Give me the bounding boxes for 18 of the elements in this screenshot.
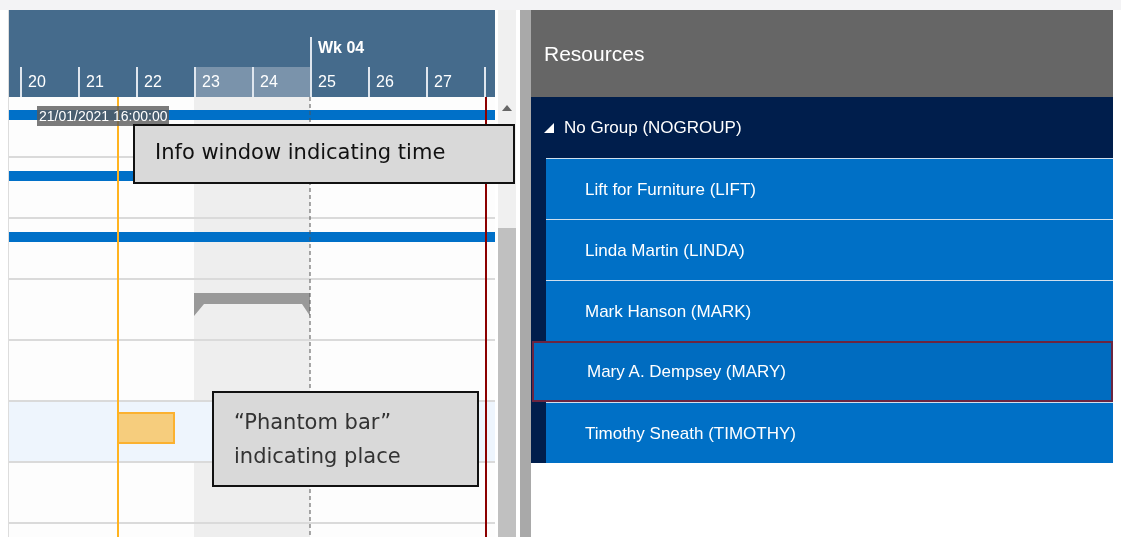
time-tooltip: 21/01/2021 16:00:00	[37, 106, 170, 126]
group-row[interactable]: No Group (NOGROUP)	[531, 97, 1113, 158]
day-header: 24	[252, 67, 310, 97]
day-header: 23	[194, 67, 252, 97]
callout-tooltip: Info window indicating time	[133, 124, 515, 184]
scrollbar-thumb[interactable]	[498, 228, 516, 537]
callout-tooltip: “Phantom bar” indicating place	[212, 391, 479, 487]
resource-item[interactable]: Mark Hanson (MARK)	[546, 280, 1113, 341]
panel-title: Resources	[531, 10, 1113, 97]
scroll-up-icon[interactable]	[502, 105, 512, 111]
resource-item[interactable]: Lift for Furniture (LIFT)	[546, 158, 1113, 219]
resource-item[interactable]: Timothy Sneath (TIMOTHY)	[546, 402, 1113, 463]
resource-item[interactable]: Mary A. Dempsey (MARY)	[532, 341, 1113, 402]
week-label: Wk 04	[310, 37, 365, 67]
resource-item[interactable]: Linda Martin (LINDA)	[546, 219, 1113, 280]
phantom-bar	[117, 412, 175, 444]
expanded-icon[interactable]	[544, 122, 554, 133]
group-label: No Group (NOGROUP)	[564, 117, 742, 138]
